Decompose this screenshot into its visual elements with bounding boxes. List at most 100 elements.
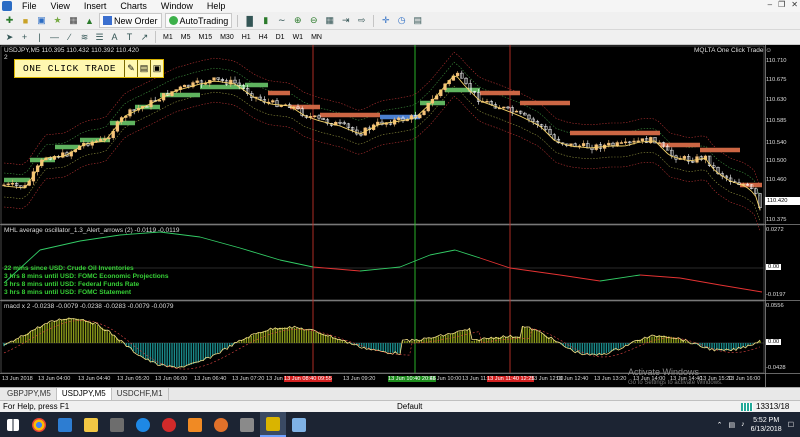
network-icon[interactable]: ▤ [728,421,735,429]
notepad-icon[interactable] [286,412,312,437]
pencil-icon[interactable]: ✎ [124,60,137,77]
candle-body [418,114,422,119]
smiley-icon: ☺ [765,47,772,54]
trendline-icon[interactable]: ∕ [63,31,76,44]
candle-body [6,183,10,186]
menu-window[interactable]: Window [154,1,200,11]
store-icon[interactable] [104,412,130,437]
templates-icon[interactable]: ▤ [411,14,424,27]
chart-shift-icon[interactable]: ⇥ [339,14,352,27]
oscillator-segment [279,259,314,268]
oscillator-segment [312,266,361,272]
windows-start-icon[interactable] [0,412,26,437]
text-icon[interactable]: A [108,31,121,44]
minimize-icon[interactable]: – [768,0,772,9]
periods-icon[interactable]: ◷ [395,14,408,27]
tab-usdchf[interactable]: USDCHF,M1 [112,388,169,400]
notifications-icon[interactable]: ☐ [788,421,794,429]
document-icon[interactable]: ▣ [150,60,163,77]
cursor-icon[interactable]: ➤ [3,31,16,44]
crosshair-icon[interactable]: + [18,31,31,44]
activate-windows-subtext: Go to Settings to activate Windows. [628,380,723,386]
photos-icon[interactable] [52,412,78,437]
one-click-trade-panel[interactable]: ONE CLICK TRADE ✎ ▤ ▣ [14,59,165,78]
news-line: 3 hrs 8 mins until USD: FOMC Economic Pr… [4,273,169,280]
menu-help[interactable]: Help [200,1,233,11]
chrome-icon[interactable] [26,412,52,437]
arrow-icon[interactable]: ↗ [138,31,151,44]
osc-tick: -0.0197 [766,292,786,298]
bar-chart-icon[interactable]: █ [243,14,256,27]
new-order-button[interactable]: New Order [99,13,162,28]
strategy-tester-icon[interactable]: ▲ [83,14,96,27]
vlc-icon[interactable] [182,412,208,437]
close-icon[interactable]: ✕ [791,0,798,9]
search-app-icon[interactable] [208,412,234,437]
terminal-icon[interactable]: ▦ [67,14,80,27]
candle-body [569,143,573,146]
price-tick: 110.540 [766,140,787,146]
indicators-icon[interactable]: ✛ [379,14,392,27]
timeframe-mn[interactable]: MN [308,34,325,41]
candle-body [10,183,15,185]
timeframe-d1[interactable]: D1 [273,34,288,41]
panel-title-text: MQLTA One Click Trade [694,47,764,54]
osc-tick: 0.00 [766,264,782,270]
explorer-icon[interactable] [78,412,104,437]
autotrading-button[interactable]: AutoTrading [164,13,233,28]
tile-windows-icon[interactable]: ▦ [323,14,336,27]
opera-icon[interactable] [156,412,182,437]
menu-charts[interactable]: Charts [113,1,154,11]
ie-icon[interactable] [130,412,156,437]
price-tick: 110.460 [766,177,787,183]
navigator-icon[interactable]: ★ [51,14,64,27]
zoom-in-icon[interactable]: ⊕ [291,14,304,27]
tab-gbpjpy[interactable]: GBPJPY,M5 [2,388,57,400]
vertical-line-icon[interactable]: | [33,31,46,44]
new-chart-icon[interactable]: ✚ [3,14,16,27]
time-label: 13 Jun 12:40 [556,376,589,382]
book-icon[interactable]: ▤ [137,60,150,77]
volume-icon[interactable]: ♪ [741,421,745,428]
horizontal-line-icon[interactable]: — [48,31,61,44]
channel-icon[interactable]: ≋ [78,31,91,44]
restore-icon[interactable]: ❐ [778,0,785,9]
market-watch-icon[interactable]: ▣ [35,14,48,27]
menu-view[interactable]: View [44,1,77,11]
menu-insert[interactable]: Insert [77,1,114,11]
zoom-out-icon[interactable]: ⊖ [307,14,320,27]
candle-body [455,72,460,77]
price-tick: 110.675 [766,77,787,83]
chart-window[interactable]: USDJPY,M5 110.395 110.432 110.392 110.42… [0,45,800,387]
oscillator-segment [239,247,281,261]
calculator-icon[interactable] [234,412,260,437]
new-order-icon [103,16,112,25]
timeframe-m15[interactable]: M15 [195,34,215,41]
label-icon[interactable]: T [123,31,136,44]
timeframe-h4[interactable]: H4 [256,34,271,41]
timeframe-m30[interactable]: M30 [217,34,237,41]
price-tick: 110.710 [766,58,787,64]
news-line: 3 hrs 8 mins until USD: Federal Funds Ra… [4,281,140,288]
timeframe-m5[interactable]: M5 [178,34,194,41]
candle-body [157,99,162,102]
osc-tick: 0.0272 [766,227,784,233]
candle-body [422,110,426,115]
profiles-icon[interactable]: ■ [19,14,32,27]
time-label: 13 Jun 06:00 [155,376,188,382]
metatrader-icon[interactable] [260,412,286,437]
candle-body [212,77,216,81]
tab-usdjpy[interactable]: USDJPY,M5 [56,388,112,400]
timeframe-h1[interactable]: H1 [239,34,254,41]
menu-file[interactable]: File [15,1,44,11]
line-chart-icon[interactable]: ∼ [275,14,288,27]
chevron-up-icon[interactable]: ⌃ [717,421,723,429]
fibonacci-icon[interactable]: ☰ [93,31,106,44]
timeframe-m1[interactable]: M1 [160,34,176,41]
timeframe-w1[interactable]: W1 [290,34,307,41]
chart-canvas[interactable] [0,45,800,387]
candlestick-icon[interactable]: ▮ [259,14,272,27]
taskbar-clock[interactable]: 5:52 PM 6/13/2018 [751,416,782,434]
autoscroll-icon[interactable]: ⇨ [355,14,368,27]
one-click-trade-label: ONE CLICK TRADE [23,63,117,74]
